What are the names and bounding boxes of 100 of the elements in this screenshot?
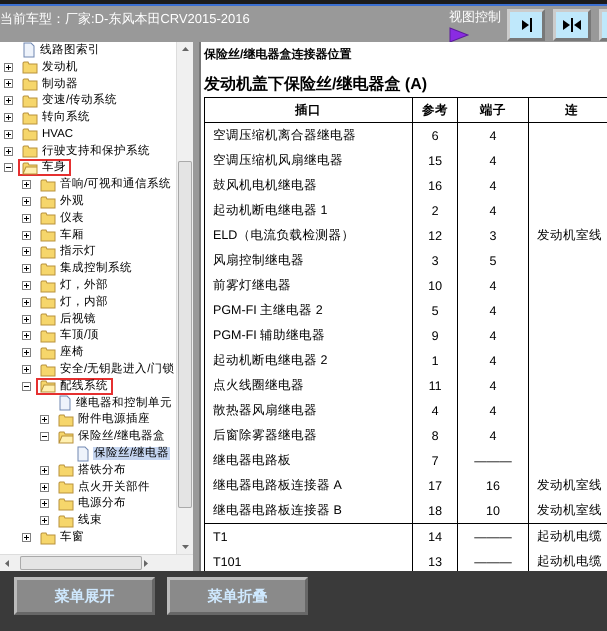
folder-icon: [40, 379, 56, 394]
table-cell: ELD（电流负载检测器）: [213, 228, 354, 242]
expand-icon[interactable]: [40, 516, 49, 526]
expand-icon[interactable]: [22, 348, 31, 358]
scroll-down-icon[interactable]: [182, 545, 188, 549]
expand-icon[interactable]: [22, 197, 31, 206]
scrollbar-thumb[interactable]: [20, 556, 142, 570]
arrows-inward-icon: [562, 17, 582, 33]
table-cell: 9: [432, 328, 439, 342]
expand-icon[interactable]: [40, 499, 49, 508]
table-cell: 4: [489, 178, 496, 192]
folder-icon: [40, 228, 56, 242]
folder-icon: [58, 430, 74, 444]
expand-icon[interactable]: [22, 230, 31, 240]
scroll-left-icon[interactable]: [5, 560, 9, 566]
expand-icon[interactable]: [22, 214, 31, 223]
folder-icon: [22, 110, 38, 125]
tree-item[interactable]: 灯，外部: [59, 279, 109, 292]
expand-icon[interactable]: [4, 79, 13, 88]
tree-item[interactable]: 制动器: [41, 78, 79, 90]
table-cell: 散热器风扇继电器: [213, 403, 317, 417]
tree-item[interactable]: 保险丝/继电器: [93, 447, 170, 460]
scroll-right-icon[interactable]: [144, 560, 148, 566]
table-cell: 鼓风机电机继电器: [213, 178, 317, 192]
folder-icon: [40, 530, 56, 545]
tree-item[interactable]: 变速/传动系统: [41, 94, 118, 108]
folder-icon: [40, 346, 56, 360]
view-button[interactable]: [507, 9, 545, 41]
tree-item[interactable]: 线路图索引: [39, 44, 101, 57]
table-cell: 起动机电缆: [536, 554, 602, 568]
expand-icon[interactable]: [22, 281, 31, 290]
tree-item[interactable]: 车身: [41, 161, 67, 174]
tree-item[interactable]: 车顶/顶: [59, 329, 100, 342]
expand-icon[interactable]: [22, 298, 31, 307]
tree-item[interactable]: 继电器和控制单元: [75, 396, 173, 410]
tree-item[interactable]: 灯，内部: [59, 296, 109, 309]
expand-icon[interactable]: [22, 247, 31, 256]
folder-icon: [58, 496, 74, 511]
expand-icon[interactable]: [22, 180, 31, 190]
tree-item[interactable]: 配线系统: [59, 380, 109, 393]
scroll-up-icon[interactable]: [182, 47, 188, 51]
table-cell: 4: [489, 354, 496, 368]
expand-icon[interactable]: [4, 146, 13, 156]
document-icon: [58, 395, 72, 412]
table-cell: 14: [428, 530, 442, 544]
scrollbar-thumb[interactable]: [178, 161, 192, 508]
table-cell: 1: [432, 354, 439, 368]
folder-icon: [22, 160, 38, 175]
folder-icon: [58, 514, 74, 528]
document-icon: [22, 42, 36, 58]
expand-icon[interactable]: [40, 466, 49, 475]
table-cell: 起动机断电继电器 2: [213, 353, 328, 367]
tree-item[interactable]: 车窗: [59, 531, 85, 544]
tree-item[interactable]: 集成控制系统: [59, 262, 133, 276]
tree-item[interactable]: 座椅: [59, 346, 85, 360]
document-title: 保险丝/继电器盒连接器位置: [204, 46, 352, 63]
tree-item[interactable]: 转向系统: [41, 111, 91, 124]
folder-icon: [40, 278, 56, 293]
tree-item[interactable]: 音响/可视和通信系统: [59, 178, 172, 192]
tree-item[interactable]: 车厢: [59, 228, 85, 242]
expand-icon[interactable]: [4, 62, 13, 72]
table-cell: T1: [213, 530, 228, 544]
tree-item[interactable]: HVAC: [41, 128, 74, 141]
table-cell: 11: [428, 378, 442, 392]
expand-icon[interactable]: [22, 264, 31, 274]
expand-icon[interactable]: [4, 96, 13, 106]
expand-icon[interactable]: [22, 365, 31, 374]
collapse-icon[interactable]: [4, 163, 13, 172]
table-cell: 4: [489, 204, 496, 218]
folder-icon: [40, 312, 56, 326]
tree-item[interactable]: 电源分布: [77, 497, 127, 510]
view-button[interactable]: [553, 9, 591, 41]
tree-item[interactable]: 点火开关部件: [77, 480, 151, 494]
tree-item[interactable]: 指示灯: [59, 245, 97, 258]
tree-item[interactable]: 保险丝/继电器盒: [77, 430, 166, 444]
expand-icon[interactable]: [22, 331, 31, 340]
table-cell: 18: [428, 504, 442, 518]
expand-icon[interactable]: [4, 130, 13, 139]
expand-icon[interactable]: [40, 482, 49, 492]
vertical-scrollbar[interactable]: [176, 42, 193, 554]
expand-icon[interactable]: [22, 314, 31, 324]
folder-icon: [40, 328, 56, 343]
expand-icon[interactable]: [4, 113, 13, 122]
expand-icon[interactable]: [40, 415, 49, 424]
tree-item[interactable]: 后视镜: [59, 312, 97, 326]
tree-item[interactable]: 外观: [59, 195, 85, 208]
table-cell: PGM-FI 辅助继电器: [213, 328, 326, 342]
collapse-icon[interactable]: [22, 382, 31, 391]
collapse-icon[interactable]: [40, 432, 49, 442]
tree-item[interactable]: 安全/无钥匙进入/门锁: [59, 363, 176, 376]
section-heading: 发动机盖下保险丝/继电器盒 (A): [204, 74, 428, 95]
tree-item[interactable]: 行驶支持和保护系统: [41, 144, 151, 158]
expand-icon[interactable]: [22, 533, 31, 542]
tree-item[interactable]: 线束: [77, 514, 103, 528]
tree-item[interactable]: 附件电源插座: [77, 413, 151, 426]
tree-item[interactable]: 仪表: [59, 212, 85, 225]
tree-item[interactable]: 搭铁分布: [77, 464, 127, 477]
table-cell: 发动机室线: [536, 228, 602, 242]
tree-item[interactable]: 发动机: [41, 60, 79, 74]
horizontal-scrollbar[interactable]: [0, 554, 193, 571]
